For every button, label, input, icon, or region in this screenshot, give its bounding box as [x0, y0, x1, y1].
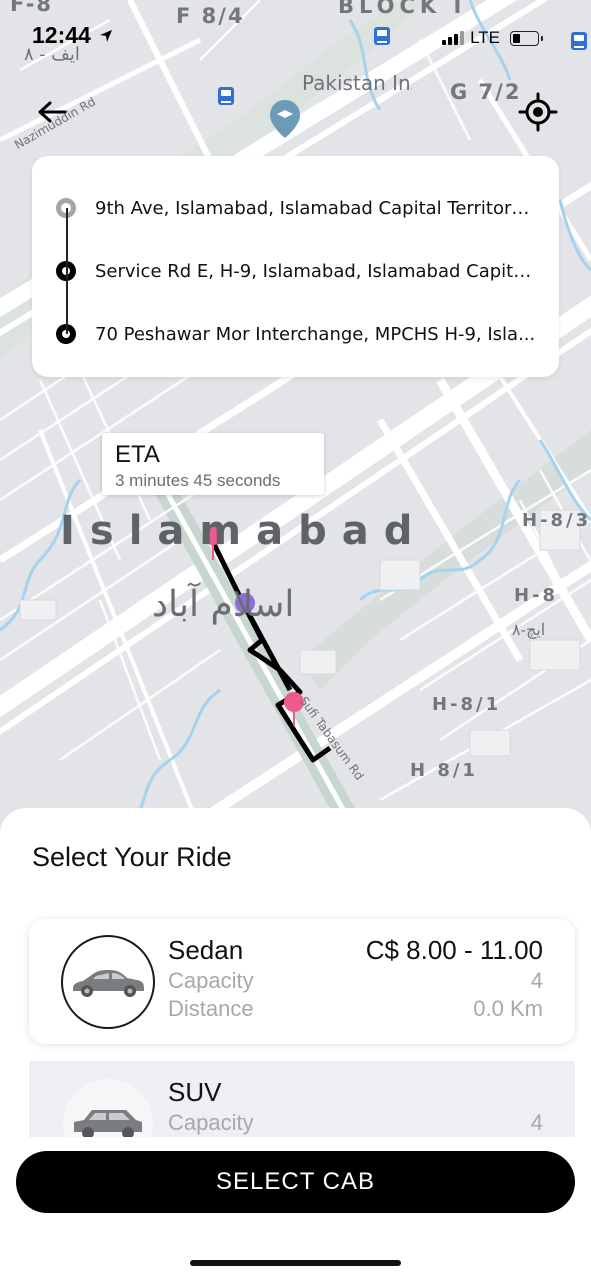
- map-label-f8: F-8: [10, 0, 54, 16]
- destination-address: 70 Peshawar Mor Interchange, MPCHS H-9, …: [95, 324, 536, 345]
- route-stop-destination[interactable]: 70 Peshawar Mor Interchange, MPCHS H-9, …: [32, 314, 559, 354]
- signal-icon: [442, 31, 465, 45]
- map-label-h83: H-8/3: [522, 510, 591, 531]
- map-label-g72: G 7/2: [450, 80, 522, 104]
- sedan-car-icon: [73, 970, 144, 997]
- distance-value: 0.0 Km: [473, 996, 543, 1021]
- route-stop-origin[interactable]: 9th Ave, Islamabad, Islamabad Capital Te…: [32, 188, 559, 228]
- map-label-h81a: H-8/1: [432, 694, 502, 715]
- sedan-avatar: [61, 935, 155, 1029]
- waypoint-address: Service Rd E, H-9, Islamabad, Islamabad …: [95, 261, 537, 282]
- route-connector-line: [66, 208, 68, 334]
- eta-tooltip: ETA 3 minutes 45 seconds: [102, 433, 324, 495]
- map-label-h8-urdu: ایچ-۸: [512, 620, 546, 639]
- map-poi-label: Pakistan Institute of Medical Sci...: [302, 71, 412, 95]
- network-label: LTE: [470, 28, 500, 47]
- bus-stop-icon: [218, 87, 234, 105]
- map-label-h81b: H 8/1: [410, 760, 478, 781]
- route-stop-waypoint[interactable]: Service Rd E, H-9, Islamabad, Islamabad …: [32, 251, 559, 291]
- map-city-label: Islamabad: [60, 508, 428, 554]
- home-indicator: [190, 1260, 401, 1266]
- suv-car-icon: [74, 1110, 142, 1137]
- status-time: 12:44: [32, 22, 113, 49]
- select-cab-button[interactable]: SELECT CAB: [16, 1151, 575, 1213]
- locate-me-button[interactable]: [516, 90, 560, 134]
- capacity-value: 4: [530, 968, 543, 993]
- eta-title: ETA: [115, 441, 160, 468]
- capacity-value: 4: [530, 1110, 543, 1135]
- map-label-f84: F 8/4: [176, 4, 245, 28]
- ride-price: C$ 8.00 - 11.00: [365, 935, 543, 965]
- bus-stop-icon: [374, 27, 390, 45]
- ride-option-suv[interactable]: SUV Capacity 4: [29, 1061, 575, 1137]
- capacity-label: Capacity: [168, 1110, 254, 1135]
- bus-stop-icon: [571, 32, 587, 50]
- back-button[interactable]: [30, 92, 74, 132]
- location-arrow-icon: [100, 30, 113, 42]
- suv-avatar: [61, 1077, 155, 1137]
- map-label-h8: H-8: [514, 585, 559, 606]
- origin-address: 9th Ave, Islamabad, Islamabad Capital Te…: [95, 198, 537, 219]
- status-indicators: LTE: [442, 28, 543, 48]
- arrow-left-icon: [38, 101, 67, 123]
- map-base: [0, 0, 591, 840]
- eta-value: 3 minutes 45 seconds: [115, 471, 281, 490]
- sheet-title: Select Your Ride: [32, 842, 232, 872]
- map-city-urdu-label: اسلام آباد: [152, 584, 295, 625]
- ride-name: Sedan: [168, 935, 244, 965]
- distance-label: Distance: [168, 996, 254, 1021]
- route-card: 9th Ave, Islamabad, Islamabad Capital Te…: [32, 156, 559, 377]
- ride-option-sedan[interactable]: Sedan C$ 8.00 - 11.00 Capacity 4 Distanc…: [29, 919, 575, 1044]
- map-label-block: BLOCK I: [338, 0, 467, 18]
- ride-name: SUV: [168, 1077, 222, 1107]
- battery-icon: [510, 30, 543, 46]
- capacity-label: Capacity: [168, 968, 254, 993]
- map-view[interactable]: F-8 F 8/4 BLOCK I G 7/2 Pakistan Institu…: [0, 0, 591, 840]
- crosshair-icon: [518, 92, 558, 132]
